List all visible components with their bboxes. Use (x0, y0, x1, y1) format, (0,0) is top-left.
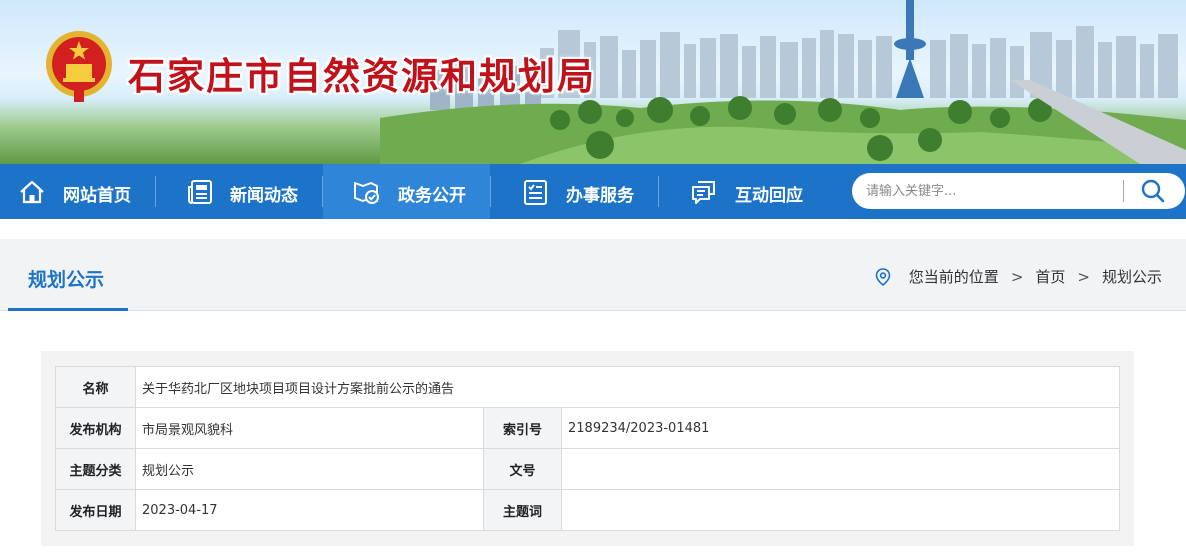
keyword-value (561, 489, 1120, 531)
main-nav: 网站首页 新闻动态 政务公开 办事服务 互动回应 请输入关键字... (0, 164, 1186, 219)
search-icon[interactable] (1134, 177, 1174, 205)
nav-item-home[interactable]: 网站首页 (0, 164, 155, 219)
search-divider (1123, 180, 1124, 202)
table-row: 名称 关于华药北厂区地块项目项目设计方案批前公示的通告 (55, 366, 1120, 408)
name-value: 关于华药北厂区地块项目项目设计方案批前公示的通告 (135, 366, 1120, 408)
table-row: 主题分类 规划公示 文号 (55, 448, 1120, 490)
national-emblem-icon (46, 31, 112, 102)
keyword-label: 主题词 (483, 489, 562, 531)
nav-label-interaction: 互动回应 (735, 186, 803, 206)
date-label: 发布日期 (55, 489, 136, 531)
breadcrumb-prefix: 您当前的位置 (908, 268, 999, 286)
breadcrumb-bar: 规划公示 您当前的位置 > 首页 > 规划公示 (0, 239, 1186, 311)
org-value: 市局景观风貌科 (135, 407, 484, 449)
doc-number-value (561, 448, 1120, 490)
topic-value: 规划公示 (135, 448, 484, 490)
search-box (852, 173, 1185, 209)
nav-label-government-affairs: 政务公开 (398, 186, 466, 206)
breadcrumb-separator: > (1010, 267, 1024, 286)
topic-label: 主题分类 (55, 448, 136, 490)
checklist-icon (524, 180, 547, 205)
doc-number-label: 文号 (483, 448, 562, 490)
breadcrumb-current-link[interactable]: 规划公示 (1102, 266, 1162, 287)
name-label: 名称 (55, 366, 136, 408)
breadcrumb: 您当前的位置 > 首页 > 规划公示 (875, 266, 1162, 287)
nav-label-services: 办事服务 (566, 186, 634, 206)
folder-check-icon (354, 182, 379, 204)
table-row: 发布日期 2023-04-17 主题词 (55, 489, 1120, 531)
header-banner: 石家庄市自然资源和规划局 (0, 0, 1186, 164)
index-label: 索引号 (483, 407, 562, 449)
nav-label-news: 新闻动态 (230, 186, 298, 206)
date-value: 2023-04-17 (135, 489, 484, 531)
breadcrumb-separator: > (1077, 267, 1090, 286)
table-row: 发布机构 市局景观风貌科 索引号 2189234/2023-01481 (55, 407, 1120, 449)
document-info-panel: 名称 关于华药北厂区地块项目项目设计方案批前公示的通告 发布机构 市局景观风貌科… (41, 351, 1134, 546)
breadcrumb-home-link[interactable]: 首页 (1035, 266, 1065, 287)
newspaper-icon (188, 180, 212, 204)
chat-icon (692, 181, 715, 204)
section-title-underline (8, 308, 128, 311)
nav-item-news[interactable]: 新闻动态 (156, 164, 322, 219)
site-title: 石家庄市自然资源和规划局 (128, 54, 596, 98)
search-input[interactable] (866, 180, 1116, 202)
location-pin-icon (875, 267, 891, 286)
nav-item-interaction[interactable]: 互动回应 (659, 164, 829, 219)
nav-item-government-affairs[interactable]: 政务公开 (323, 164, 490, 219)
nav-label-home: 网站首页 (63, 186, 131, 206)
org-label: 发布机构 (55, 407, 136, 449)
home-icon (20, 180, 44, 204)
section-title: 规划公示 (28, 269, 105, 291)
document-info-table: 名称 关于华药北厂区地块项目项目设计方案批前公示的通告 发布机构 市局景观风貌科… (55, 366, 1120, 531)
nav-item-services[interactable]: 办事服务 (491, 164, 658, 219)
index-value: 2189234/2023-01481 (561, 407, 1120, 449)
